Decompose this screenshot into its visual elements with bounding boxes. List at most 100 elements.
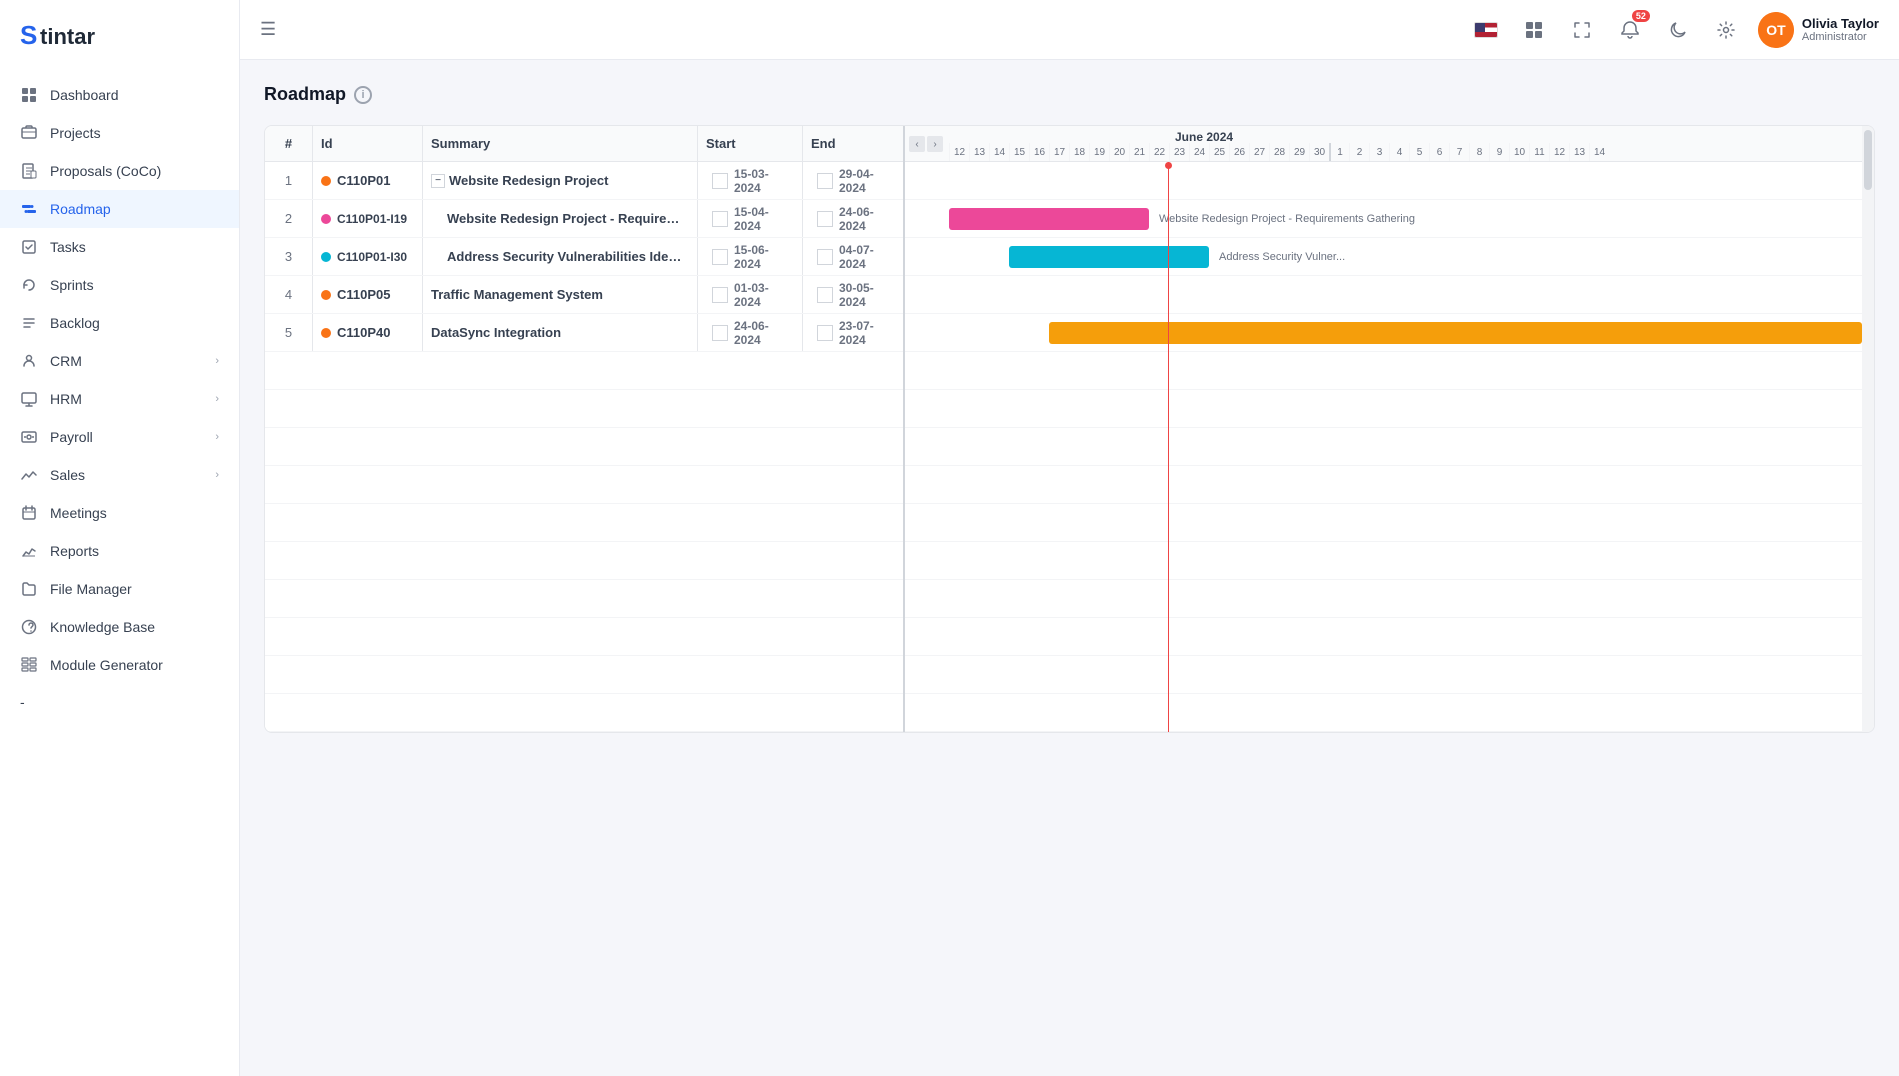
row-id: C110P01-I30	[313, 238, 423, 275]
sidebar-item-projects[interactable]: Projects	[0, 114, 239, 152]
header: ☰ 52 OT	[240, 0, 1899, 60]
gantt-day: 3	[1369, 143, 1389, 161]
gantt-next-button[interactable]: ›	[927, 136, 943, 152]
logo-svg: S tintar	[20, 18, 120, 50]
fullscreen-icon[interactable]	[1566, 14, 1598, 46]
flag-icon[interactable]	[1470, 14, 1502, 46]
end-checkbox[interactable]	[817, 211, 833, 227]
gantt-bar-requirements[interactable]	[949, 208, 1149, 230]
logo-text: S tintar	[20, 18, 120, 50]
sidebar-item-label: Module Generator	[50, 657, 163, 673]
theme-toggle-icon[interactable]	[1662, 14, 1694, 46]
sidebar-item-sprints[interactable]: Sprints	[0, 266, 239, 304]
gantt-scrollbar-thumb[interactable]	[1864, 130, 1872, 190]
gantt-day: 9	[1489, 143, 1509, 161]
gantt-row: Address Security Vulner...	[905, 238, 1874, 276]
end-value: 30-05-2024	[839, 281, 895, 309]
table-row[interactable]: 3 C110P01-I30 Address Security Vulnerabi…	[265, 238, 903, 276]
gantt-day: 14	[1589, 143, 1609, 161]
start-checkbox[interactable]	[712, 325, 728, 341]
id-value: C110P01	[337, 173, 391, 188]
sidebar-item-backlog[interactable]: Backlog	[0, 304, 239, 342]
row-id: C110P01-I19	[313, 200, 423, 237]
user-profile[interactable]: OT Olivia Taylor Administrator	[1758, 12, 1879, 48]
sidebar-item-meetings[interactable]: Meetings	[0, 494, 239, 532]
table-row[interactable]: 5 C110P40 DataSync Integration 24-06-202…	[265, 314, 903, 352]
sidebar: S tintar Dashboard Projects Proposals (C…	[0, 0, 240, 1076]
sidebar-item-label: Knowledge Base	[50, 619, 155, 635]
gantt-day: 19	[1089, 143, 1109, 161]
settings-icon[interactable]	[1710, 14, 1742, 46]
gantt-prev-button[interactable]: ‹	[909, 136, 925, 152]
sidebar-item-label: CRM	[50, 353, 82, 369]
gantt-row	[905, 504, 1874, 542]
user-role: Administrator	[1802, 31, 1879, 43]
row-id: C110P01	[313, 162, 423, 199]
sidebar-item-label: Reports	[50, 543, 99, 559]
id-value: C110P01-I19	[337, 212, 407, 226]
gantt-row	[905, 542, 1874, 580]
gantt-day: 13	[1569, 143, 1589, 161]
gantt-bar-datasync[interactable]	[1049, 322, 1862, 344]
row-id: C110P40	[313, 314, 423, 351]
info-icon[interactable]: i	[354, 86, 372, 104]
end-checkbox[interactable]	[817, 325, 833, 341]
gantt-days-row: 12 13 14 15 16 17 18 19 20 21 22 23	[949, 143, 1609, 161]
summary-value: Website Redesign Project	[449, 173, 608, 188]
empty-rows	[265, 352, 903, 732]
gantt-scrollbar[interactable]	[1862, 126, 1874, 732]
sidebar-item-crm[interactable]: CRM ›	[0, 342, 239, 380]
sales-icon	[20, 466, 38, 484]
end-checkbox[interactable]	[817, 287, 833, 303]
expand-button[interactable]: −	[431, 174, 445, 188]
end-checkbox[interactable]	[817, 173, 833, 189]
gantt-day: 17	[1049, 143, 1069, 161]
gantt-bar-security[interactable]	[1009, 246, 1209, 268]
sidebar-item-label: Sales	[50, 467, 85, 483]
id-value: C110P01-I30	[337, 250, 407, 264]
gantt-day: 10	[1509, 143, 1529, 161]
gantt-row	[905, 314, 1874, 352]
sidebar-item-module-generator[interactable]: Module Generator	[0, 646, 239, 684]
svg-text:S: S	[20, 20, 37, 50]
menu-toggle-button[interactable]: ☰	[260, 19, 276, 40]
col-header-end: End	[803, 126, 903, 161]
start-checkbox[interactable]	[712, 249, 728, 265]
table-row[interactable]: 1 C110P01 − Website Redesign Project 15-…	[265, 162, 903, 200]
sidebar-item-sales[interactable]: Sales ›	[0, 456, 239, 494]
gantt-day: 25	[1209, 143, 1229, 161]
start-checkbox[interactable]	[712, 211, 728, 227]
sidebar-item-tasks[interactable]: Tasks	[0, 228, 239, 266]
sidebar-item-hrm[interactable]: HRM ›	[0, 380, 239, 418]
row-summary: Traffic Management System	[423, 276, 698, 313]
start-checkbox[interactable]	[712, 287, 728, 303]
apps-grid-icon[interactable]	[1518, 14, 1550, 46]
sidebar-item-dashboard[interactable]: Dashboard	[0, 76, 239, 114]
sidebar-item-roadmap[interactable]: Roadmap	[0, 190, 239, 228]
sidebar-item-reports[interactable]: Reports	[0, 532, 239, 570]
start-value: 15-06-2024	[734, 243, 794, 271]
start-checkbox[interactable]	[712, 173, 728, 189]
header-actions: 52 OT Olivia Taylor Administrator	[1470, 12, 1879, 48]
id-value: C110P05	[337, 287, 391, 302]
table-row[interactable]: 4 C110P05 Traffic Management System 01-0…	[265, 276, 903, 314]
chevron-right-icon: ›	[215, 393, 219, 405]
page-title-row: Roadmap i	[264, 84, 1875, 105]
gantt-month-label: June 2024	[1175, 130, 1233, 144]
table-row[interactable]: 2 C110P01-I19 Website Redesign Project -…	[265, 200, 903, 238]
file-manager-icon	[20, 580, 38, 598]
reports-icon	[20, 542, 38, 560]
page-title: Roadmap	[264, 84, 346, 105]
proposals-icon	[20, 162, 38, 180]
sidebar-item-knowledge-base[interactable]: Knowledge Base	[0, 608, 239, 646]
row-start: 15-06-2024	[698, 238, 803, 275]
sidebar-item-label: Tasks	[50, 239, 86, 255]
notification-icon[interactable]: 52	[1614, 14, 1646, 46]
page-content: Roadmap i # Id Summary Start End	[240, 60, 1899, 1076]
row-id: C110P05	[313, 276, 423, 313]
sidebar-item-file-manager[interactable]: File Manager	[0, 570, 239, 608]
sidebar-item-label: Payroll	[50, 429, 93, 445]
sidebar-item-proposals[interactable]: Proposals (CoCo)	[0, 152, 239, 190]
sidebar-item-payroll[interactable]: Payroll ›	[0, 418, 239, 456]
end-checkbox[interactable]	[817, 249, 833, 265]
